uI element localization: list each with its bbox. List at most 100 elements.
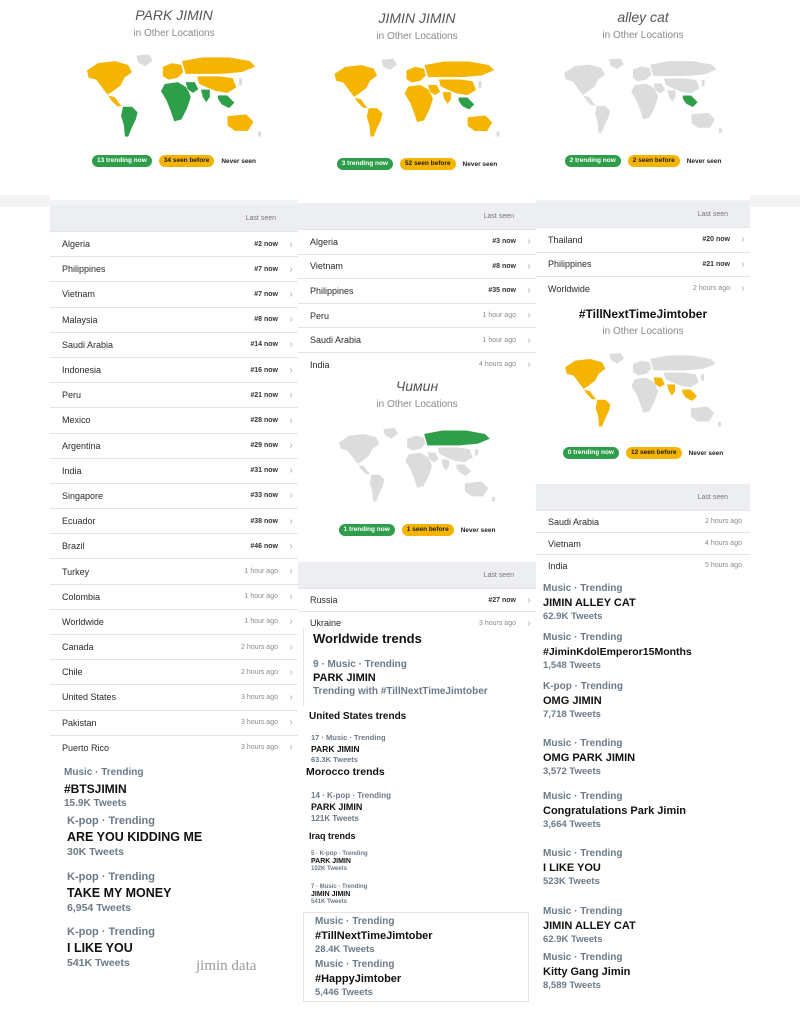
table-row[interactable]: Algeria #3 now › [298, 229, 536, 254]
table-row[interactable]: Saudi Arabia #14 now › [50, 331, 298, 357]
trend-card[interactable]: Music · Trending #JiminKdolEmperor15Mont… [543, 632, 692, 671]
trend-card[interactable]: Music · Trending JIMIN ALLEY CAT 62.9K T… [543, 583, 636, 622]
region-gl [608, 58, 625, 70]
tweet-count: 8,589 Tweets [543, 980, 601, 991]
map-panel-park-jimin: PARK JIMIN in Other Locations 13 trendin… [50, 0, 298, 200]
table-row[interactable]: Saudi Arabia 2 hours ago [536, 510, 750, 532]
tweet-count: 62.9K Tweets [543, 611, 603, 622]
tweet-count: 63.3K Tweets [311, 755, 358, 764]
region-ru [423, 430, 491, 446]
last-seen-label: Last seen [245, 214, 276, 222]
country-name: Russia [310, 595, 338, 605]
table-row[interactable]: Indonesia #16 now › [50, 356, 298, 382]
trend-card[interactable]: Music · Trending Congratulations Park Ji… [543, 791, 686, 830]
table-row[interactable]: Canada 2 hours ago › [50, 634, 298, 659]
table-row[interactable]: Russia #27 now › [298, 588, 536, 611]
rank-status: #31 now [250, 467, 278, 475]
table-row[interactable]: Saudi Arabia 1 hour ago › [298, 327, 536, 352]
trend-card[interactable]: K-pop · Trending TAKE MY MONEY 6,954 Twe… [67, 871, 299, 914]
trending-now-pill: 1 trending now [338, 524, 395, 536]
table-row[interactable]: Vietnam #7 now › [50, 281, 298, 306]
trend-card[interactable]: 5 · K-pop · Trending PARK JIMIN 102K Twe… [311, 851, 491, 872]
table-row[interactable]: India #31 now › [50, 457, 298, 483]
table-row[interactable]: Ecuador #38 now › [50, 508, 298, 533]
table-row[interactable]: Algeria #2 now › [50, 231, 298, 256]
table-row[interactable]: Puerto Rico 3 hours ago › [50, 734, 298, 760]
region-au [690, 406, 715, 422]
trend-card[interactable]: Music · Trending #BTSJIMIN 15.9K Tweets [64, 767, 296, 809]
trend-card[interactable]: K-pop · Trending ARE YOU KIDDING ME 30K … [67, 815, 299, 858]
trending-now-pill: 3 trending now [336, 158, 393, 170]
tweet-count: 121K Tweets [311, 814, 359, 823]
table-row[interactable]: Brazil #46 now › [50, 533, 298, 558]
region-au [464, 481, 489, 497]
never-seen-label: Never seen [462, 160, 498, 168]
table-row[interactable]: Vietnam #8 now › [298, 253, 536, 279]
region-na [338, 433, 380, 465]
table-row[interactable]: Malaysia #8 now › [50, 306, 298, 332]
table-row[interactable]: Philippines #21 now › [536, 251, 750, 277]
table-row[interactable]: Thailand #20 now › [536, 227, 750, 252]
trend-name: JIMIN JIMIN [311, 891, 351, 898]
table-row[interactable]: Pakistan 3 hours ago › [50, 709, 298, 735]
region-ca [106, 94, 124, 107]
trend-category: 9 · Music · Trending [313, 659, 407, 670]
table-row[interactable]: Singapore #33 now › [50, 482, 298, 508]
trend-card[interactable]: Music · Trending Kitty Gang Jimin 8,589 … [543, 952, 630, 991]
trend-card[interactable]: 17 · Music · Trending PARK JIMIN 63.3K T… [311, 733, 491, 764]
region-eu [406, 435, 426, 451]
trend-category: K-pop · Trending [67, 871, 155, 883]
table-row[interactable]: Mexico #28 now › [50, 407, 298, 432]
country-name: Turkey [62, 566, 90, 577]
country-name: Peru [310, 310, 330, 321]
table-row[interactable]: Chile 2 hours ago › [50, 659, 298, 684]
trend-card[interactable]: 7 · Music · Trending JIMIN JIMIN 541K Tw… [311, 884, 491, 905]
trend-category: 7 · Music · Trending [311, 884, 368, 890]
trend-card[interactable]: Music · Trending I LIKE YOU 523K Tweets [543, 848, 622, 887]
chevron-right-icon: › [289, 591, 293, 603]
table-row[interactable]: Colombia 1 hour ago › [50, 583, 298, 609]
map-title: Чимин [395, 378, 439, 394]
rank-status: 4 hours ago [705, 540, 742, 547]
table-row[interactable]: India 4 hours ago › [298, 351, 536, 376]
region-jp [700, 373, 705, 382]
region-in [441, 91, 452, 105]
trend-card[interactable]: Music · Trending OMG PARK JIMIN 3,572 Tw… [543, 738, 635, 777]
trend-card[interactable]: Music · Trending JIMIN ALLEY CAT 62.9K T… [543, 906, 636, 945]
table-row[interactable]: Peru 1 hour ago › [298, 302, 536, 328]
table-row[interactable]: Vietnam 4 hours ago [536, 532, 750, 554]
region-nz [491, 496, 496, 502]
trend-card[interactable]: 14 · K-pop · Trending PARK JIMIN 121K Tw… [311, 791, 491, 823]
trend-card[interactable]: Music · Trending #TillNextTimeJimtober 2… [315, 916, 528, 955]
chevron-right-icon: › [741, 234, 745, 246]
country-name: Indonesia [62, 365, 102, 376]
region-sa [595, 399, 611, 427]
region-af [630, 82, 659, 120]
chevron-right-icon: › [289, 691, 293, 703]
map-subtitle: in Other Locations [376, 31, 458, 42]
rank-status: #8 now [492, 262, 516, 270]
trend-card[interactable]: Music · Trending #HappyJimtober 5,446 Tw… [315, 959, 528, 998]
country-name: Worldwide [548, 283, 590, 294]
country-name: Philippines [548, 259, 592, 270]
table-row[interactable]: Worldwide 2 hours ago › [536, 276, 750, 301]
trend-card[interactable]: K-pop · Trending OMG JIMIN 7,718 Tweets [543, 681, 623, 720]
seen-before-pill: 2 seen before [627, 155, 680, 167]
table-row[interactable]: Philippines #7 now › [50, 256, 298, 281]
country-name: India [62, 465, 82, 476]
tweet-count: 28.4K Tweets [315, 944, 375, 955]
region-ru [423, 60, 495, 78]
region-sea [455, 464, 472, 477]
trend-card[interactable]: K-pop · Trending I LIKE YOU 541K Tweets [67, 926, 192, 969]
table-row[interactable]: India 5 hours ago [536, 554, 750, 576]
chevron-right-icon: › [289, 540, 293, 552]
table-header: Last seen [536, 201, 750, 227]
table-row[interactable]: Peru #21 now › [50, 382, 298, 407]
table-row[interactable]: United States 3 hours ago › [50, 684, 298, 709]
chevron-right-icon: › [289, 339, 293, 351]
table-row[interactable]: Worldwide 1 hour ago › [50, 608, 298, 634]
world-map [564, 352, 722, 427]
table-row[interactable]: Turkey 1 hour ago › [50, 558, 298, 583]
table-row[interactable]: Argentina #29 now › [50, 432, 298, 458]
table-row[interactable]: Philippines #35 now › [298, 278, 536, 303]
